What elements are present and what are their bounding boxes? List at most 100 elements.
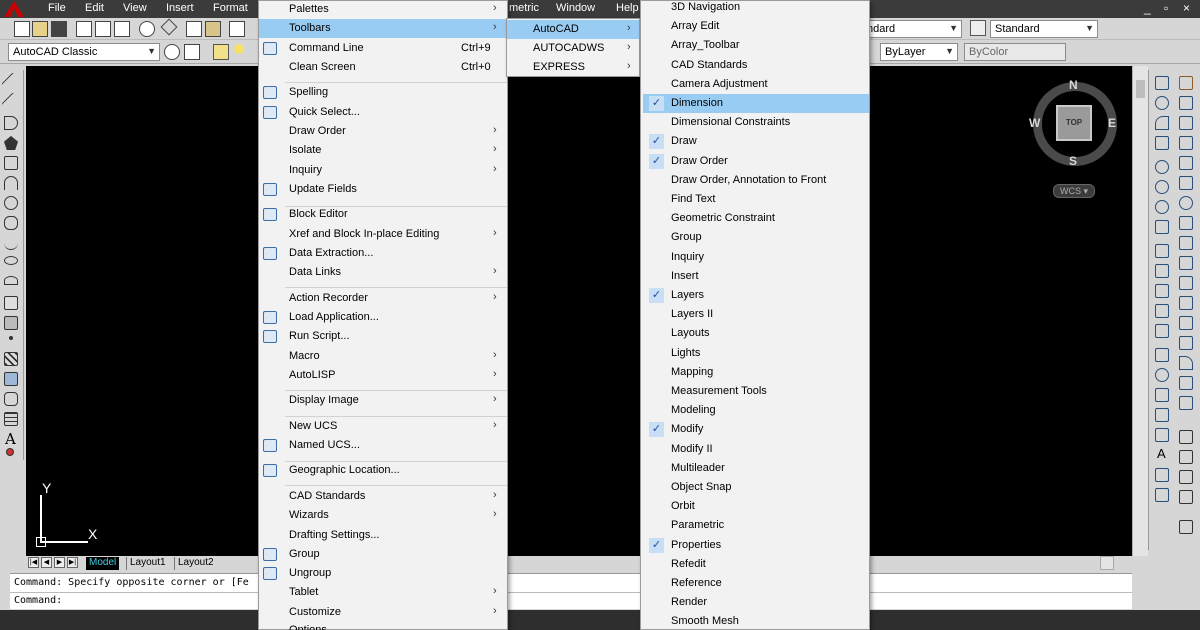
toolbar-toggle-inquiry[interactable]: Inquiry: [643, 248, 869, 267]
save-icon[interactable]: [51, 21, 67, 37]
dimension-radius-icon[interactable]: [1155, 160, 1169, 174]
draw-order-back-icon[interactable]: [1179, 450, 1193, 464]
trim-icon[interactable]: [1179, 256, 1193, 270]
toolbar-toggle-layers-ii[interactable]: Layers II: [643, 305, 869, 324]
dimension-arc-icon[interactable]: [1155, 116, 1169, 130]
polygon-icon[interactable]: [4, 136, 18, 150]
rotate-icon[interactable]: [1179, 196, 1193, 210]
menu-format[interactable]: Format: [213, 2, 248, 14]
mirror-icon[interactable]: [1179, 116, 1193, 130]
3d-dwf-icon[interactable]: [139, 21, 155, 37]
ellipse-icon[interactable]: [4, 256, 18, 265]
toolbar-group-autocadws[interactable]: AUTOCADWS ›: [507, 39, 639, 58]
paste-icon[interactable]: [205, 21, 221, 37]
copy-icon[interactable]: [186, 21, 202, 37]
compass-south[interactable]: S: [1069, 154, 1077, 168]
menu-parametric[interactable]: metric: [509, 2, 539, 14]
toolbar-toggle-measurement-tools[interactable]: Measurement Tools: [643, 382, 869, 401]
revision-cloud-icon[interactable]: [4, 216, 18, 230]
copy-object-icon[interactable]: [1179, 96, 1193, 110]
dimension-break-icon[interactable]: [1155, 324, 1169, 338]
next-tab-icon[interactable]: ▶: [54, 557, 65, 568]
print-preview-icon[interactable]: [95, 21, 111, 37]
dimension-update-icon[interactable]: [1155, 468, 1169, 482]
toolbar-toggle-layouts[interactable]: Layouts: [643, 324, 869, 343]
draw-order-above-icon[interactable]: [1179, 470, 1193, 484]
array-icon[interactable]: [1179, 156, 1193, 170]
add-selected-icon[interactable]: [6, 448, 14, 456]
dimension-style-icon[interactable]: [1155, 488, 1169, 502]
toolbar-toggle-draw[interactable]: ✓ Draw: [643, 132, 869, 151]
menu-item-geographic-location[interactable]: Geographic Location...: [259, 461, 507, 480]
menu-item-palettes[interactable]: Palettes ›: [259, 0, 507, 19]
table-style-combo[interactable]: Standard ▼: [990, 20, 1098, 38]
draw-order-under-icon[interactable]: [1179, 490, 1193, 504]
tab-layout2[interactable]: Layout2: [174, 557, 217, 570]
menu-item-data-extraction[interactable]: Data Extraction...: [259, 244, 507, 263]
ellipse-arc-icon[interactable]: [4, 276, 18, 285]
menu-item-isolate[interactable]: Isolate ›: [259, 141, 507, 160]
toolbar-toggle-dimensional-constraints[interactable]: Dimensional Constraints: [643, 113, 869, 132]
toolbar-toggle-array-edit[interactable]: Array Edit: [643, 17, 869, 36]
menu-item-inquiry[interactable]: Inquiry ›: [259, 161, 507, 180]
scrollbar-thumb[interactable]: [1136, 80, 1145, 98]
viewcube-top-face[interactable]: TOP: [1056, 105, 1092, 141]
menu-file[interactable]: File: [48, 2, 66, 14]
tab-layout1[interactable]: Layout1: [126, 557, 169, 570]
menu-item-toolbars[interactable]: Toolbars ›: [259, 19, 507, 38]
menu-window[interactable]: Window: [556, 2, 595, 14]
menu-item-display-image[interactable]: Display Image ›: [259, 391, 507, 410]
menu-item-cad-standards[interactable]: CAD Standards ›: [259, 487, 507, 506]
explode-icon[interactable]: [1179, 396, 1193, 410]
toolbar-toggle-insert[interactable]: Insert: [643, 267, 869, 286]
spline-icon[interactable]: [4, 236, 18, 250]
menu-item-update-fields[interactable]: Update Fields: [259, 180, 507, 199]
menu-item-drafting-settings[interactable]: Drafting Settings...: [259, 526, 507, 545]
dimension-space-icon[interactable]: [1155, 304, 1169, 318]
autocad-logo-icon[interactable]: [4, 1, 24, 17]
menu-item-autolisp[interactable]: AutoLISP ›: [259, 366, 507, 385]
last-tab-icon[interactable]: ▶|: [67, 557, 78, 568]
menu-item-macro[interactable]: Macro ›: [259, 347, 507, 366]
toolbar-toggle-refedit[interactable]: Refedit: [643, 555, 869, 574]
toolbar-toggle-layers[interactable]: ✓ Layers: [643, 286, 869, 305]
first-tab-icon[interactable]: |◀: [28, 557, 39, 568]
gradient-icon[interactable]: [4, 372, 18, 386]
menu-item-options[interactable]: Options...: [259, 621, 507, 630]
restore-icon[interactable]: ▫: [1164, 1, 1168, 15]
toolbar-toggle-geometric-constraint[interactable]: Geometric Constraint: [643, 209, 869, 228]
lightbulb-icon[interactable]: [234, 44, 244, 54]
dimension-edit-icon[interactable]: [1155, 428, 1169, 442]
prev-tab-icon[interactable]: ◀: [41, 557, 52, 568]
line-tool-icon[interactable]: [1, 72, 23, 94]
vertical-scrollbar[interactable]: [1132, 66, 1148, 556]
toolbar-toggle-modeling[interactable]: Modeling: [643, 401, 869, 420]
arc-icon[interactable]: [4, 176, 18, 190]
menu-item-clean-screen[interactable]: Clean Screen Ctrl+0: [259, 58, 507, 77]
toolbar-toggle-modify[interactable]: ✓ Modify: [643, 420, 869, 439]
offset-icon[interactable]: [1179, 136, 1193, 150]
menu-item-command-line[interactable]: Command Line Ctrl+9: [259, 39, 507, 58]
toolbar-toggle-properties[interactable]: ✓ Properties: [643, 536, 869, 555]
dimension-angular-icon[interactable]: [1155, 220, 1169, 234]
move-icon[interactable]: [1179, 176, 1193, 190]
make-block-icon[interactable]: [4, 316, 18, 330]
open-folder-icon[interactable]: [32, 21, 48, 37]
dimension-ordinate-icon[interactable]: [1155, 136, 1169, 150]
menu-item-quick-select[interactable]: Quick Select...: [259, 103, 507, 122]
toolbar-toggle-draw-order-annotation-to-front[interactable]: Draw Order, Annotation to Front: [643, 171, 869, 190]
toolbar-toggle-3d-navigation[interactable]: 3D Navigation: [643, 0, 869, 17]
command-input[interactable]: Command:: [14, 595, 62, 606]
toolbar-toggle-smooth-mesh[interactable]: Smooth Mesh: [643, 612, 869, 630]
workspace-settings-gear-icon[interactable]: [164, 44, 180, 60]
compass-north[interactable]: N: [1069, 78, 1078, 92]
color-combo[interactable]: ByColor: [964, 43, 1066, 61]
publish-icon[interactable]: [114, 21, 130, 37]
menu-item-load-application[interactable]: Load Application...: [259, 308, 507, 327]
horizontal-scrollbar-button[interactable]: [1100, 556, 1114, 570]
extend-icon[interactable]: [1179, 276, 1193, 290]
toolbar-toggle-dimension[interactable]: ✓ Dimension: [643, 94, 869, 113]
minimize-icon[interactable]: _: [1144, 1, 1151, 15]
dimension-aligned-icon[interactable]: [1155, 96, 1169, 110]
dimension-continue-icon[interactable]: [1155, 284, 1169, 298]
